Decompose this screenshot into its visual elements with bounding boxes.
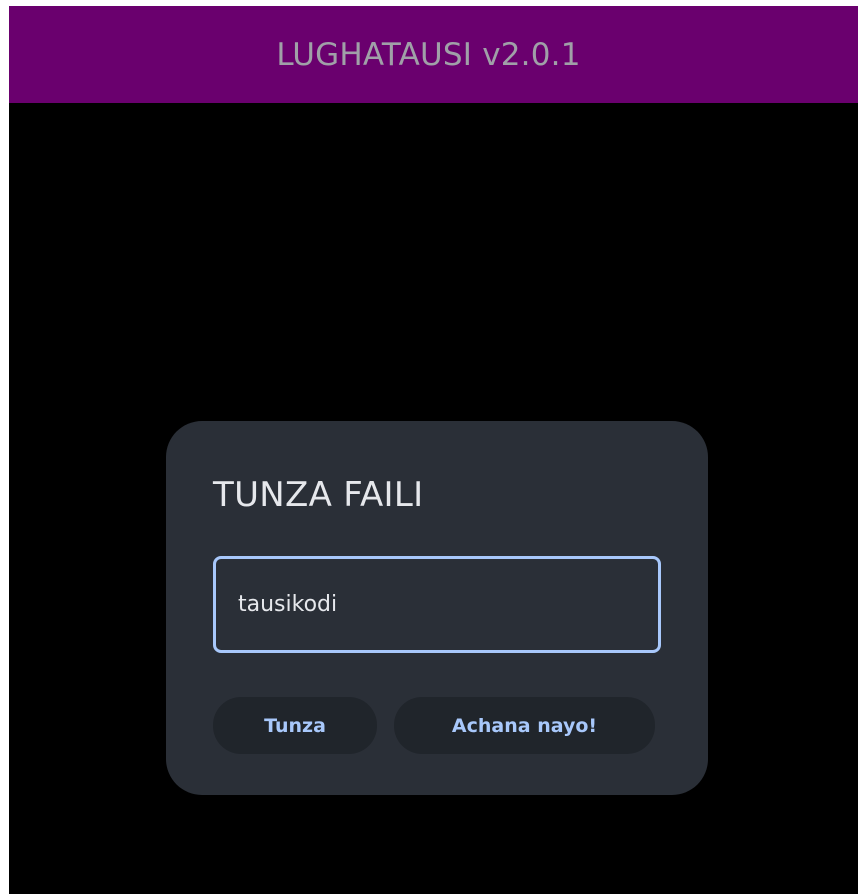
filename-input[interactable] <box>213 556 661 653</box>
save-button[interactable]: Tunza <box>213 697 377 754</box>
cancel-button[interactable]: Achana nayo! <box>394 697 655 754</box>
dialog-title: TUNZA FAILI <box>213 475 424 515</box>
app-window: LUGHATAUSI v2.0.1 TUNZA FAILI Tunza Acha… <box>9 6 858 894</box>
title-bar: LUGHATAUSI v2.0.1 <box>9 6 858 103</box>
save-file-dialog: TUNZA FAILI Tunza Achana nayo! <box>166 421 708 795</box>
app-title: LUGHATAUSI v2.0.1 <box>276 36 581 73</box>
